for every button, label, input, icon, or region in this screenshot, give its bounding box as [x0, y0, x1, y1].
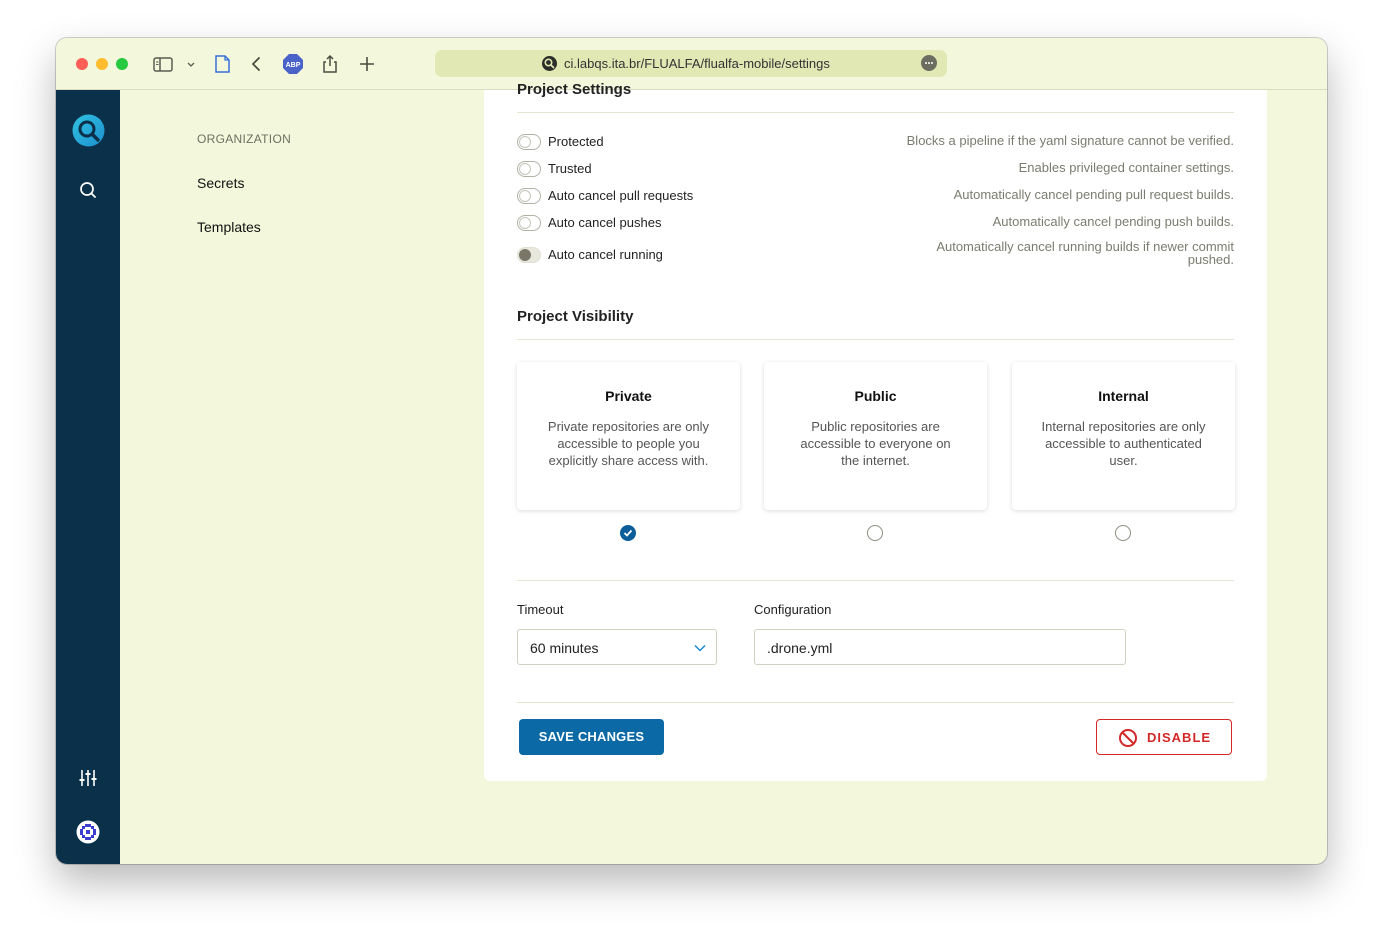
protected-toggle[interactable]: [517, 134, 541, 150]
sidebar-toggle-icon[interactable]: [152, 53, 174, 75]
setting-description: Automatically cancel pending pull reques…: [953, 187, 1234, 202]
setting-row-protected: Protected Blocks a pipeline if the yaml …: [517, 132, 1234, 154]
minimize-window-button[interactable]: [96, 58, 108, 70]
visibility-description: Public repositories are accessible to ev…: [800, 419, 951, 468]
setting-description: Automatically cancel running builds if n…: [936, 239, 1234, 267]
site-favicon-icon: [541, 55, 558, 72]
public-radio[interactable]: [867, 525, 883, 541]
visibility-description: Private repositories are only accessible…: [547, 419, 710, 468]
configuration-input[interactable]: .drone.yml: [754, 629, 1126, 665]
search-icon[interactable]: [76, 178, 100, 202]
visibility-title: Internal: [1098, 388, 1149, 404]
auto-cancel-pushes-toggle[interactable]: [517, 215, 541, 231]
setting-row-auto-cancel-pushes: Auto cancel pushes Automatically cancel …: [517, 213, 1234, 235]
drone-logo-icon[interactable]: [72, 114, 105, 147]
address-bar[interactable]: ci.labqs.ita.br/FLUALFA/flualfa-mobile/s…: [435, 50, 947, 77]
app-sidebar: [56, 90, 120, 864]
disable-label: DISABLE: [1147, 730, 1212, 745]
setting-row-auto-cancel-running: Auto cancel running Automatically cancel…: [517, 240, 1234, 267]
user-avatar[interactable]: [76, 820, 100, 844]
setting-label: Auto cancel pull requests: [548, 188, 694, 203]
configuration-value: .drone.yml: [767, 640, 833, 656]
setting-row-trusted: Trusted Enables privileged container set…: [517, 159, 1234, 181]
setting-description: Blocks a pipeline if the yaml signature …: [906, 133, 1234, 148]
browser-window: ABP ci.labqs.ita.br/FLUALFA/flualfa-mobi…: [56, 38, 1327, 864]
setting-label: Protected: [548, 134, 604, 149]
trusted-toggle[interactable]: [517, 161, 541, 177]
back-arrow-icon[interactable]: [246, 53, 268, 75]
timeout-select[interactable]: 60 minutes: [517, 629, 717, 665]
setting-description: Automatically cancel pending push builds…: [992, 214, 1234, 229]
nav-item-templates[interactable]: Templates: [197, 219, 261, 235]
close-window-button[interactable]: [76, 58, 88, 70]
svg-text:ABP: ABP: [286, 62, 301, 69]
visibility-card-internal[interactable]: Internal Internal repositories are only …: [1012, 362, 1235, 510]
adblock-icon[interactable]: ABP: [282, 53, 304, 75]
timeout-label: Timeout: [517, 602, 564, 617]
setting-row-auto-cancel-pull-requests: Auto cancel pull requests Automatically …: [517, 186, 1234, 208]
setting-description: Enables privileged container settings.: [1018, 160, 1234, 175]
project-settings-title: Project Settings: [517, 81, 632, 98]
divider: [517, 702, 1234, 703]
auto-cancel-pull-requests-toggle[interactable]: [517, 188, 541, 204]
checkmark-icon: [623, 529, 633, 537]
new-tab-icon[interactable]: [356, 53, 378, 75]
organization-nav: ORGANIZATION Secrets Templates: [120, 90, 484, 864]
visibility-description: Internal repositories are only accessibl…: [1041, 419, 1206, 468]
save-changes-button[interactable]: SAVE CHANGES: [519, 719, 664, 755]
url-text: ci.labqs.ita.br/FLUALFA/flualfa-mobile/s…: [564, 56, 830, 71]
visibility-card-public[interactable]: Public Public repositories are accessibl…: [764, 362, 987, 510]
auto-cancel-running-toggle[interactable]: [517, 247, 541, 263]
chevron-down-icon: [694, 644, 706, 652]
settings-card: Project Settings Protected Blocks a pipe…: [484, 81, 1267, 781]
browser-toolbar: ABP ci.labqs.ita.br/FLUALFA/flualfa-mobi…: [56, 38, 1327, 90]
divider: [517, 339, 1234, 340]
internal-radio[interactable]: [1115, 525, 1131, 541]
divider: [517, 112, 1234, 113]
timeout-value: 60 minutes: [530, 640, 599, 656]
private-radio[interactable]: [620, 525, 636, 541]
setting-label: Auto cancel running: [548, 247, 663, 262]
disable-button[interactable]: DISABLE: [1096, 719, 1232, 755]
document-icon[interactable]: [211, 53, 233, 75]
block-icon: [1119, 729, 1137, 747]
more-options-icon[interactable]: [921, 55, 937, 71]
chevron-down-icon[interactable]: [184, 53, 198, 75]
setting-label: Trusted: [548, 161, 592, 176]
configuration-label: Configuration: [754, 602, 832, 617]
share-icon[interactable]: [319, 53, 341, 75]
visibility-title: Private: [605, 388, 652, 404]
zoom-window-button[interactable]: [116, 58, 128, 70]
nav-item-secrets[interactable]: Secrets: [197, 175, 244, 191]
setting-label: Auto cancel pushes: [548, 215, 662, 230]
nav-heading: ORGANIZATION: [197, 132, 292, 146]
visibility-title: Public: [854, 388, 897, 404]
visibility-card-private[interactable]: Private Private repositories are only ac…: [517, 362, 740, 510]
settings-sliders-icon[interactable]: [76, 766, 100, 790]
project-visibility-title: Project Visibility: [517, 308, 634, 325]
divider: [517, 580, 1234, 581]
